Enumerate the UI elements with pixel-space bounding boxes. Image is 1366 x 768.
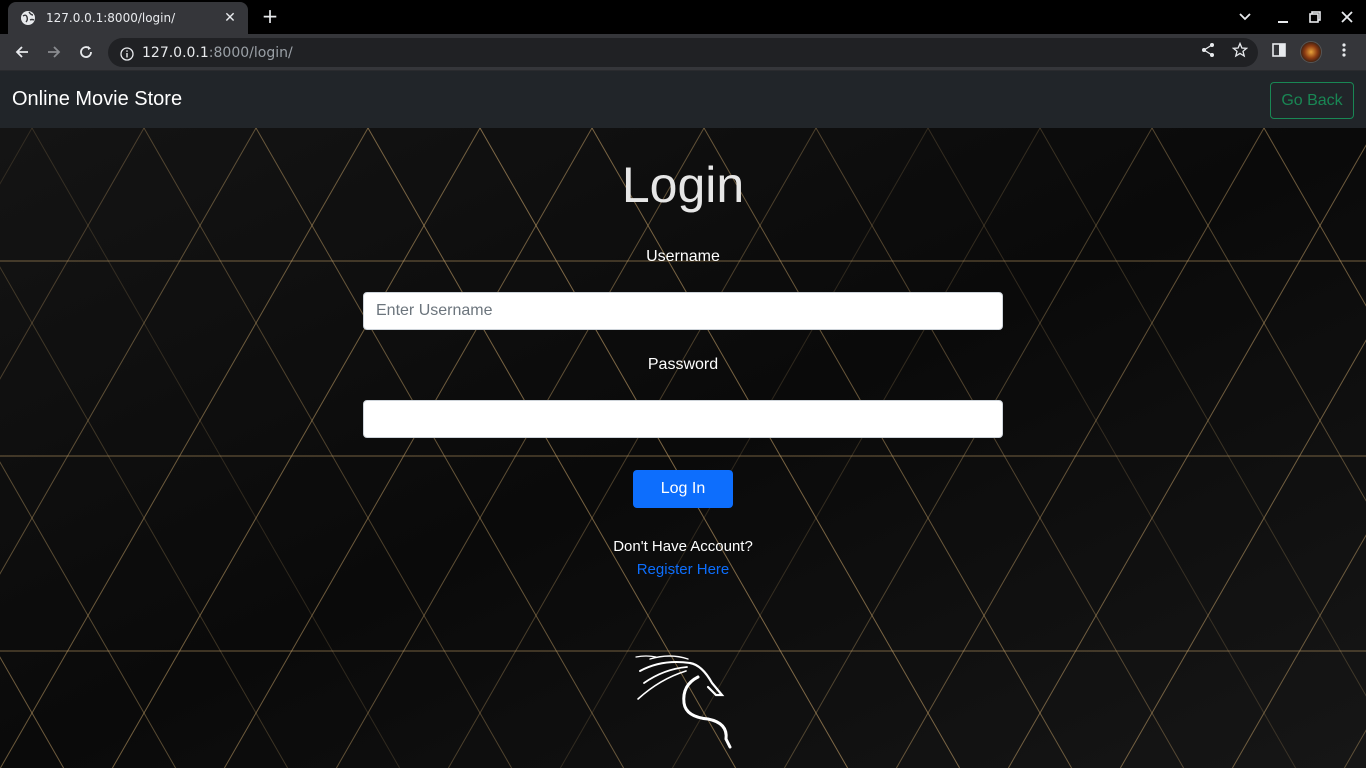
kebab-menu-icon[interactable] bbox=[1335, 41, 1353, 59]
go-back-button[interactable]: Go Back bbox=[1270, 82, 1354, 119]
address-bar[interactable]: 127.0.0.1:8000/login/ bbox=[108, 38, 1258, 67]
info-icon[interactable] bbox=[120, 46, 134, 61]
login-content: Login Username Password Log In Don't Hav… bbox=[0, 128, 1366, 768]
browser-tabbar: 127.0.0.1:8000/login/ ✕ + bbox=[0, 0, 1366, 34]
chevron-down-icon[interactable] bbox=[1236, 8, 1254, 26]
url-path: :8000/login/ bbox=[208, 44, 293, 61]
star-icon[interactable] bbox=[1231, 41, 1249, 59]
url-host: 127.0.0.1 bbox=[142, 44, 209, 61]
globe-icon bbox=[20, 10, 36, 26]
log-in-button[interactable]: Log In bbox=[633, 470, 733, 508]
password-input[interactable] bbox=[363, 400, 1003, 438]
site-navbar: Online Movie Store Go Back bbox=[0, 71, 1366, 128]
site-brand[interactable]: Online Movie Store bbox=[12, 88, 182, 111]
minimize-icon[interactable] bbox=[1274, 8, 1292, 26]
browser-toolbar: 127.0.0.1:8000/login/ bbox=[0, 34, 1366, 71]
username-label: Username bbox=[646, 248, 720, 265]
password-label: Password bbox=[647, 356, 719, 373]
forward-arrow-icon[interactable] bbox=[42, 41, 66, 63]
plus-icon[interactable]: + bbox=[258, 6, 282, 28]
no-account-text: Don't Have Account? bbox=[613, 538, 753, 555]
page-title: Login bbox=[621, 157, 745, 213]
profile-avatar[interactable] bbox=[1300, 41, 1322, 63]
username-input[interactable] bbox=[363, 292, 1003, 330]
browser-tab[interactable]: 127.0.0.1:8000/login/ ✕ bbox=[8, 2, 248, 34]
tab-title: 127.0.0.1:8000/login/ bbox=[46, 11, 176, 25]
close-window-icon[interactable] bbox=[1338, 8, 1356, 26]
back-arrow-icon[interactable] bbox=[10, 41, 34, 63]
web-page: Online Movie Store Go Back Login Usernam… bbox=[0, 71, 1366, 768]
share-icon[interactable] bbox=[1199, 41, 1217, 59]
close-icon[interactable]: ✕ bbox=[222, 10, 238, 26]
restore-icon[interactable] bbox=[1306, 8, 1324, 26]
register-link[interactable]: Register Here bbox=[0, 561, 1366, 578]
sidepanel-icon[interactable] bbox=[1270, 41, 1288, 59]
dragon-logo-icon bbox=[635, 655, 732, 749]
reload-icon[interactable] bbox=[74, 41, 98, 63]
